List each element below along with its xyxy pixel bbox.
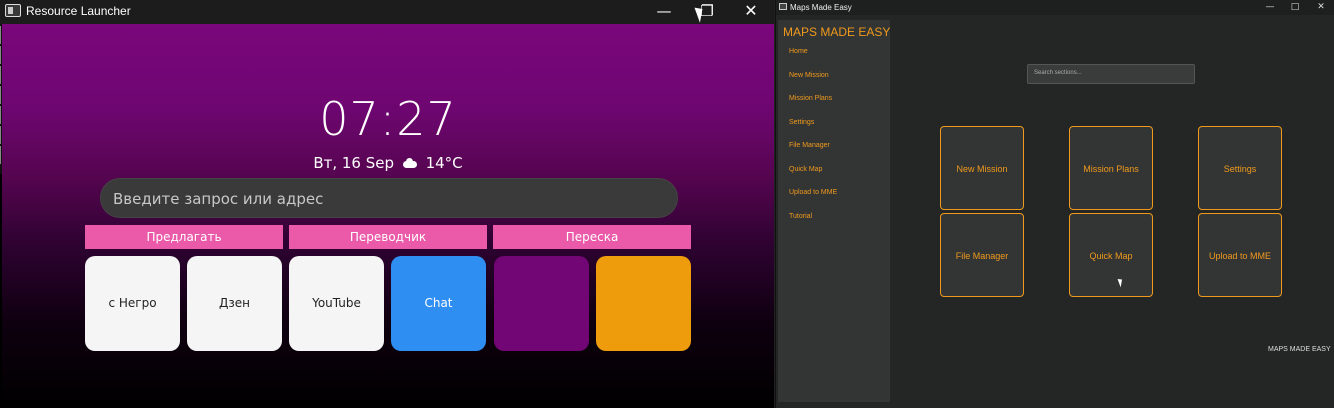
launcher-window-title: Resource Launcher	[26, 4, 131, 18]
maps-window-title: Maps Made Easy	[790, 3, 852, 12]
tile-s-negro[interactable]: с Негро	[85, 256, 180, 351]
date-weather: Вт, 16 Sep 14°C	[2, 154, 774, 172]
tile-youtube[interactable]: YouTube	[289, 256, 384, 351]
maps-made-easy-window: Maps Made Easy — □ ✕ MAPS MADE EASY Home…	[775, 0, 1334, 408]
sidebar-item-file-manager[interactable]: File Manager	[789, 142, 830, 149]
card-settings[interactable]: Settings	[1198, 126, 1282, 210]
card-mission-plans[interactable]: Mission Plans	[1069, 126, 1153, 210]
maps-titlebar[interactable]: Maps Made Easy — □ ✕	[776, 0, 1334, 15]
search-sections-input[interactable]: Search sections...	[1027, 64, 1195, 84]
clock: 07:27	[319, 92, 457, 146]
translator-button[interactable]: Переводчик	[289, 225, 487, 249]
sidebar-item-home[interactable]: Home	[789, 48, 808, 55]
sidebar-item-upload[interactable]: Upload to MME	[789, 189, 837, 196]
tile-chat[interactable]: Chat	[391, 256, 486, 351]
sidebar-item-new-mission[interactable]: New Mission	[789, 72, 829, 79]
app-window-icon	[5, 4, 21, 17]
close-button[interactable]: ✕	[1311, 1, 1331, 13]
sidebar: MAPS MADE EASY Home New Mission Mission …	[778, 20, 890, 402]
cloud-icon	[402, 158, 417, 168]
quick-buttons-row: Предлагать Переводчик Переска	[85, 225, 693, 249]
restore-button[interactable]: ❐	[684, 0, 730, 24]
retell-button[interactable]: Переска	[493, 225, 691, 249]
app-window-icon	[779, 3, 787, 10]
tile-orange[interactable]	[596, 256, 691, 351]
desktop: Resource Launcher — ❐ ✕ 07:27 Вт, 16 Sep…	[0, 0, 1334, 408]
maximize-button[interactable]: □	[1285, 1, 1305, 13]
tile-purple[interactable]	[494, 256, 589, 351]
suggest-button[interactable]: Предлагать	[85, 225, 283, 249]
close-button[interactable]: ✕	[728, 0, 774, 24]
sidebar-item-settings[interactable]: Settings	[789, 119, 814, 126]
sidebar-item-quick-map[interactable]: Quick Map	[789, 166, 822, 173]
card-file-manager[interactable]: File Manager	[940, 213, 1024, 297]
resource-launcher-window: Resource Launcher — ❐ ✕ 07:27 Вт, 16 Sep…	[0, 0, 774, 408]
card-new-mission[interactable]: New Mission	[940, 126, 1024, 210]
tile-dzen[interactable]: Дзен	[187, 256, 282, 351]
brand-logo: MAPS MADE EASY	[783, 25, 890, 39]
card-quick-map[interactable]: Quick Map	[1069, 213, 1153, 297]
search-input[interactable]: Введите запрос или адрес	[100, 178, 678, 218]
launcher-titlebar[interactable]: Resource Launcher — ❐ ✕	[0, 0, 774, 24]
launcher-content: 07:27 Вт, 16 Sep 14°C Введите запрос или…	[2, 24, 774, 408]
minimize-button[interactable]: —	[641, 0, 687, 24]
card-upload-to-mme[interactable]: Upload to MME	[1198, 213, 1282, 297]
sidebar-item-tutorial[interactable]: Tutorial	[789, 213, 812, 220]
temperature-text: 14°C	[425, 154, 463, 172]
footer-brand: MAPS MADE EASY	[1268, 346, 1331, 353]
minimize-button[interactable]: —	[1260, 1, 1280, 13]
sidebar-item-mission-plans[interactable]: Mission Plans	[789, 95, 832, 102]
date-text: Вт, 16 Sep	[313, 154, 395, 172]
